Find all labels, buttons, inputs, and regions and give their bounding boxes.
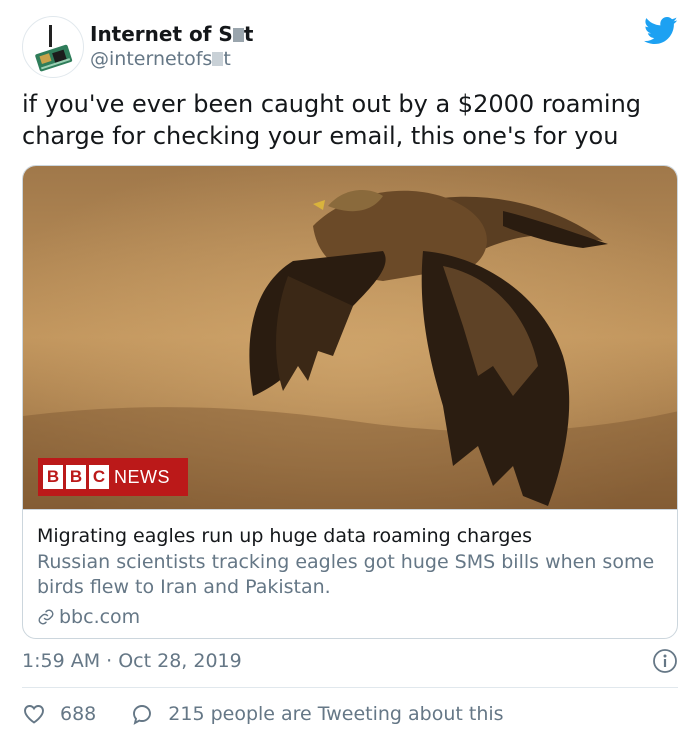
tweet-text: if you've ever been caught out by a $200… bbox=[22, 90, 642, 150]
account-handle-end: t bbox=[223, 48, 231, 70]
tweet-header: Internet of St @internetofs t bbox=[22, 16, 678, 78]
link-icon bbox=[38, 609, 54, 625]
conversation-text: 215 people are Tweeting about this bbox=[168, 703, 504, 725]
account-name[interactable]: Internet of S t bbox=[90, 22, 253, 46]
info-icon[interactable] bbox=[652, 648, 678, 674]
bbc-logo-letter: C bbox=[89, 465, 109, 489]
like-count: 688 bbox=[60, 703, 97, 725]
tweet-actions: 688 215 people are Tweeting about this bbox=[22, 700, 504, 728]
card-description: Russian scientists tracking eagles got h… bbox=[37, 551, 655, 598]
account-handle[interactable]: @internetofs t bbox=[90, 48, 231, 70]
card-domain-text: bbc.com bbox=[59, 606, 141, 628]
card-image[interactable]: B B C NEWS bbox=[23, 166, 677, 509]
speech-bubble-icon bbox=[133, 705, 152, 725]
tweet-embed: Internet of St @internetofs t if you've e… bbox=[0, 0, 700, 741]
card-domain[interactable]: bbc.com bbox=[37, 606, 665, 628]
card-body[interactable]: Migrating eagles run up huge data roamin… bbox=[23, 509, 677, 638]
circuit-board-icon bbox=[35, 25, 73, 72]
heart-icon bbox=[24, 705, 44, 724]
avatar[interactable] bbox=[22, 16, 84, 78]
conversation-button[interactable]: 215 people are Tweeting about this bbox=[130, 702, 504, 726]
bbc-news-logo: B B C NEWS bbox=[38, 458, 188, 496]
account-name-end: t bbox=[243, 22, 254, 46]
divider bbox=[22, 687, 678, 688]
link-card[interactable]: B B C NEWS Migrating eagles run up huge … bbox=[22, 165, 678, 639]
bbc-logo-news: NEWS bbox=[114, 466, 170, 487]
like-button[interactable]: 688 bbox=[22, 702, 96, 726]
twitter-bird-icon[interactable] bbox=[644, 16, 678, 46]
tweet-timestamp[interactable]: 1:59 AM · Oct 28, 2019 bbox=[22, 650, 242, 672]
account-handle-start: @internetofs bbox=[90, 48, 213, 70]
censor-block bbox=[212, 52, 224, 66]
card-title[interactable]: Migrating eagles run up huge data roamin… bbox=[37, 524, 665, 548]
account-name-start: Internet of S bbox=[90, 22, 233, 46]
bbc-logo-letter: B bbox=[43, 465, 63, 489]
bbc-logo-letter: B bbox=[66, 465, 86, 489]
censor-block bbox=[232, 28, 244, 42]
